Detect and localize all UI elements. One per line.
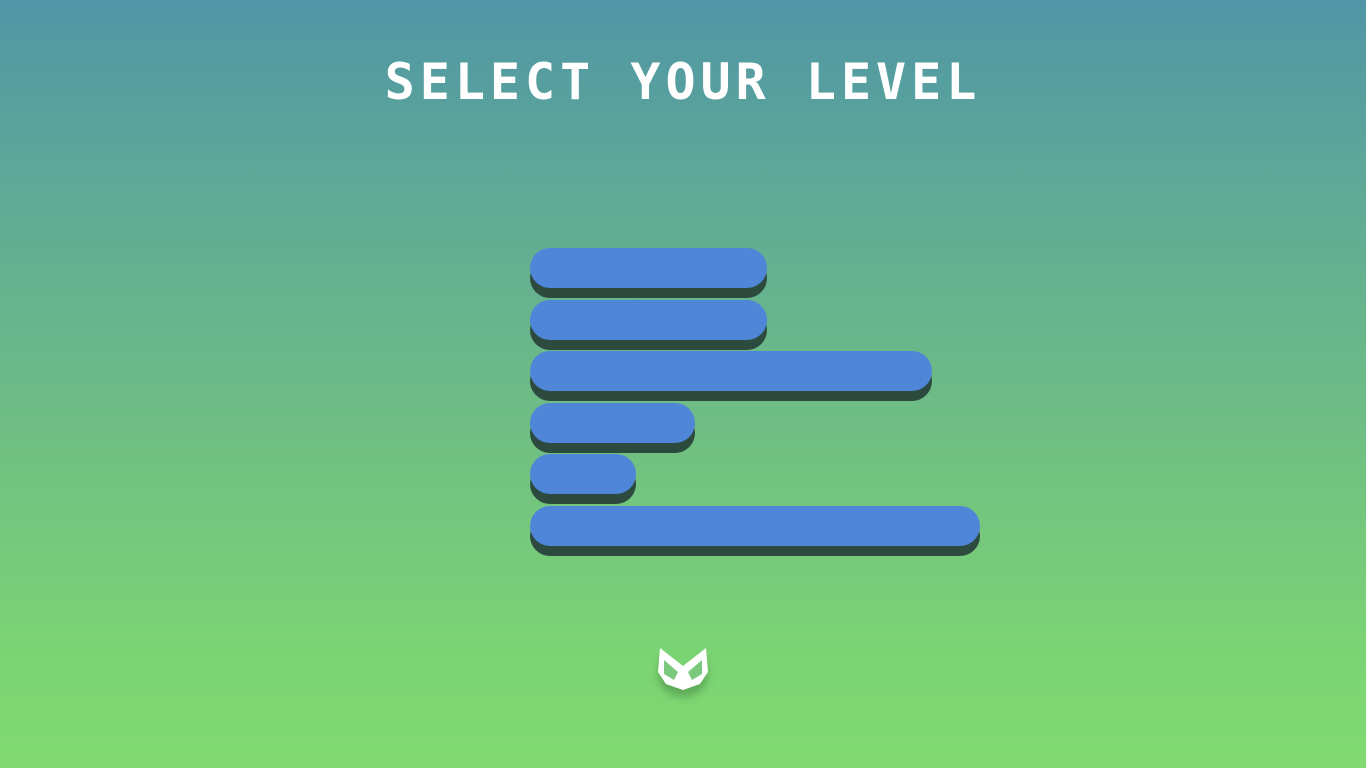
level-button-5[interactable] bbox=[530, 454, 636, 494]
page-title: SELECT YOUR LEVEL bbox=[384, 53, 982, 111]
level-button-1[interactable] bbox=[530, 248, 767, 288]
level-button-2[interactable] bbox=[530, 300, 767, 340]
fox-logo-icon[interactable] bbox=[652, 644, 714, 706]
fox-logo-svg bbox=[658, 648, 708, 690]
level-list bbox=[530, 248, 990, 568]
level-button-4[interactable] bbox=[530, 403, 695, 443]
level-button-3[interactable] bbox=[530, 351, 932, 391]
level-button-6[interactable] bbox=[530, 506, 980, 546]
